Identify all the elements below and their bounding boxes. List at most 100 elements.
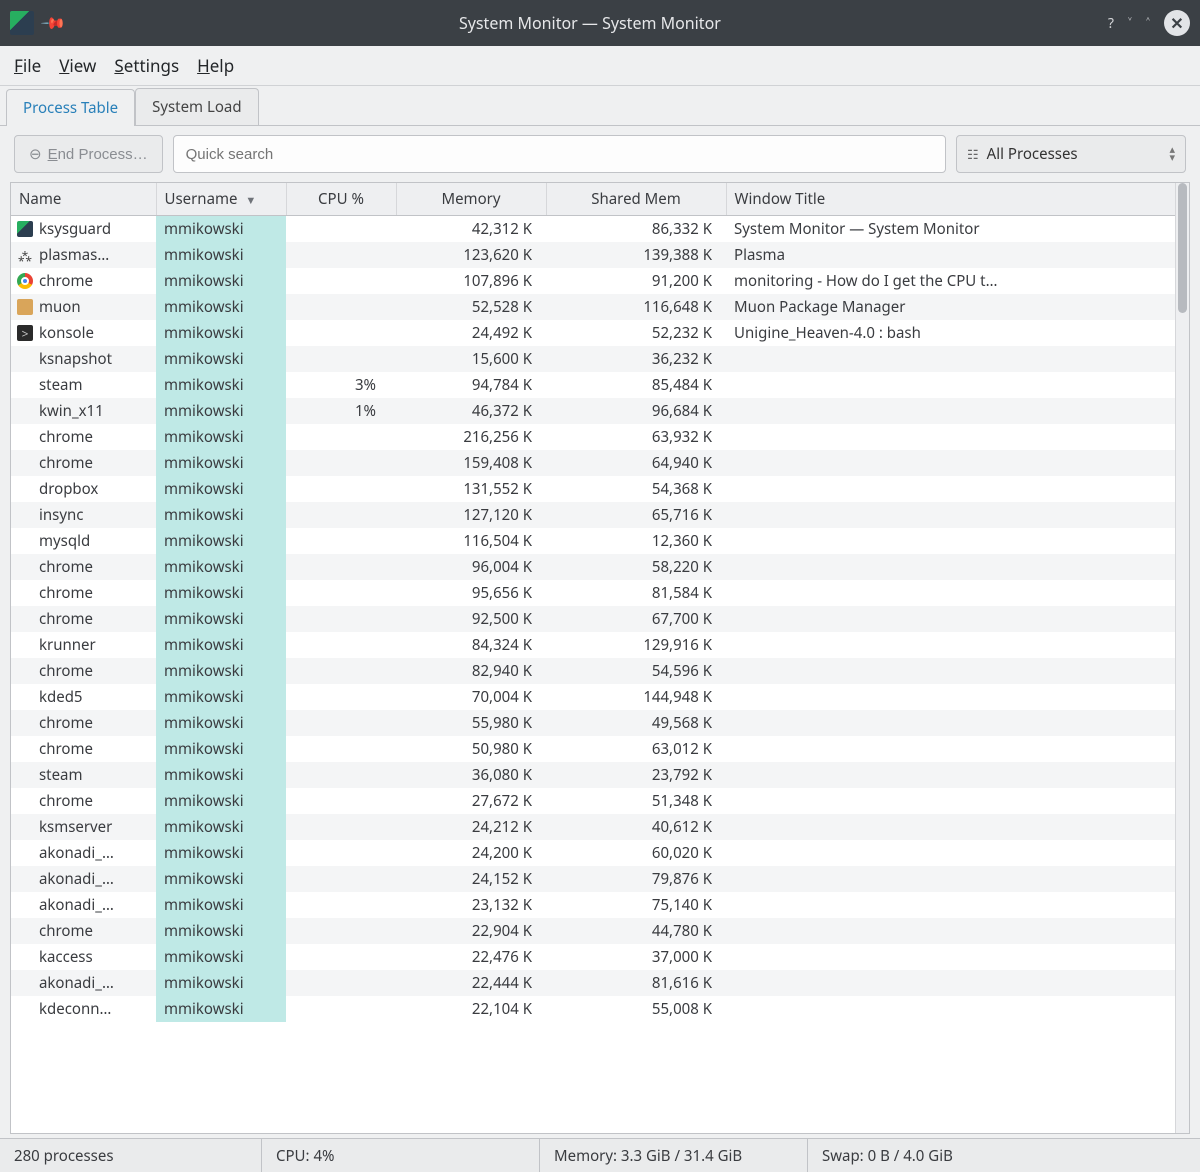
cell-name: chrome: [39, 557, 93, 577]
col-header-wintitle[interactable]: Window Title: [726, 183, 1175, 216]
cell-username: mmikowski: [156, 268, 286, 294]
table-row[interactable]: chromemmikowski159,408 K64,940 K: [11, 450, 1175, 476]
cell-wintitle: Plasma: [726, 242, 1175, 268]
cell-username: mmikowski: [156, 632, 286, 658]
table-row[interactable]: kded5mmikowski70,004 K144,948 K: [11, 684, 1175, 710]
col-header-shared[interactable]: Shared Mem: [546, 183, 726, 216]
cell-username: mmikowski: [156, 684, 286, 710]
scroll-thumb[interactable]: [1178, 183, 1187, 313]
cell-username: mmikowski: [156, 892, 286, 918]
table-row[interactable]: kaccessmmikowski22,476 K37,000 K: [11, 944, 1175, 970]
cell-username: mmikowski: [156, 580, 286, 606]
col-header-memory[interactable]: Memory: [396, 183, 546, 216]
cell-username: mmikowski: [156, 762, 286, 788]
table-row[interactable]: chromemmikowski82,940 K54,596 K: [11, 658, 1175, 684]
table-row[interactable]: insyncmmikowski127,120 K65,716 K: [11, 502, 1175, 528]
cell-memory: 159,408 K: [396, 450, 546, 476]
table-row[interactable]: chromemmikowski92,500 K67,700 K: [11, 606, 1175, 632]
table-row[interactable]: chromemmikowski27,672 K51,348 K: [11, 788, 1175, 814]
help-icon[interactable]: ?: [1108, 14, 1114, 33]
minimize-icon[interactable]: ˅: [1128, 14, 1132, 33]
tab-process-table[interactable]: Process Table: [6, 89, 135, 126]
table-row[interactable]: muonmmikowski52,528 K116,648 KMuon Packa…: [11, 294, 1175, 320]
cell-wintitle: [726, 580, 1175, 606]
cell-name: kaccess: [39, 947, 93, 967]
menu-file[interactable]: File: [14, 54, 41, 77]
cell-memory: 123,620 K: [396, 242, 546, 268]
cell-shared: 129,916 K: [546, 632, 726, 658]
table-row[interactable]: krunnermmikowski84,324 K129,916 K: [11, 632, 1175, 658]
cell-shared: 116,648 K: [546, 294, 726, 320]
cell-memory: 50,980 K: [396, 736, 546, 762]
cell-shared: 81,584 K: [546, 580, 726, 606]
blank-icon: [17, 403, 33, 419]
cell-wintitle: [726, 658, 1175, 684]
cell-name: chrome: [39, 583, 93, 603]
cell-memory: 15,600 K: [396, 346, 546, 372]
table-row[interactable]: kwin_x11mmikowski1%46,372 K96,684 K: [11, 398, 1175, 424]
cell-cpu: [286, 918, 396, 944]
table-row[interactable]: dropboxmmikowski131,552 K54,368 K: [11, 476, 1175, 502]
table-row[interactable]: chromemmikowski95,656 K81,584 K: [11, 580, 1175, 606]
cell-wintitle: [726, 866, 1175, 892]
cell-cpu: [286, 996, 396, 1022]
table-row[interactable]: >konsolemmikowski24,492 K52,232 KUnigine…: [11, 320, 1175, 346]
cell-memory: 22,904 K: [396, 918, 546, 944]
table-row[interactable]: chromemmikowski96,004 K58,220 K: [11, 554, 1175, 580]
col-header-cpu[interactable]: CPU %: [286, 183, 396, 216]
blank-icon: [17, 455, 33, 471]
cell-wintitle: [726, 788, 1175, 814]
filter-dropdown[interactable]: ☷ All Processes ▴▾: [956, 135, 1186, 173]
cell-shared: 49,568 K: [546, 710, 726, 736]
table-row[interactable]: akonadi_…mmikowski24,152 K79,876 K: [11, 866, 1175, 892]
cell-wintitle: System Monitor — System Monitor: [726, 216, 1175, 243]
cell-name: chrome: [39, 427, 93, 447]
cell-shared: 139,388 K: [546, 242, 726, 268]
cell-wintitle: [726, 424, 1175, 450]
cell-name: chrome: [39, 453, 93, 473]
cell-wintitle: [726, 346, 1175, 372]
cell-memory: 82,940 K: [396, 658, 546, 684]
close-icon[interactable]: ✕: [1164, 10, 1190, 36]
cell-cpu: [286, 840, 396, 866]
table-row[interactable]: kdeconn…mmikowski22,104 K55,008 K: [11, 996, 1175, 1022]
cell-shared: 144,948 K: [546, 684, 726, 710]
table-row[interactable]: chromemmikowski55,980 K49,568 K: [11, 710, 1175, 736]
table-row[interactable]: chromemmikowski107,896 K91,200 Kmonitori…: [11, 268, 1175, 294]
plasma-icon: ⁂: [17, 247, 33, 263]
col-header-name[interactable]: Name: [11, 183, 156, 216]
cell-wintitle: [726, 450, 1175, 476]
cell-wintitle: [726, 996, 1175, 1022]
table-row[interactable]: mysqldmmikowski116,504 K12,360 K: [11, 528, 1175, 554]
blank-icon: [17, 949, 33, 965]
vertical-scrollbar[interactable]: [1175, 183, 1189, 1133]
table-row[interactable]: chromemmikowski216,256 K63,932 K: [11, 424, 1175, 450]
maximize-icon[interactable]: ˄: [1146, 14, 1150, 33]
end-process-button[interactable]: ⊖ End Process…: [14, 135, 163, 173]
table-row[interactable]: ⁂plasmas…mmikowski123,620 K139,388 KPlas…: [11, 242, 1175, 268]
cell-shared: 54,596 K: [546, 658, 726, 684]
menu-view[interactable]: View: [59, 54, 96, 77]
table-row[interactable]: steammmikowski36,080 K23,792 K: [11, 762, 1175, 788]
table-row[interactable]: chromemmikowski50,980 K63,012 K: [11, 736, 1175, 762]
table-row[interactable]: ksmservermmikowski24,212 K40,612 K: [11, 814, 1175, 840]
table-row[interactable]: chromemmikowski22,904 K44,780 K: [11, 918, 1175, 944]
search-input[interactable]: [173, 135, 946, 173]
chrome-icon: [17, 273, 33, 289]
menu-help[interactable]: Help: [197, 54, 234, 77]
table-row[interactable]: akonadi_…mmikowski23,132 K75,140 K: [11, 892, 1175, 918]
cell-cpu: [286, 762, 396, 788]
table-row[interactable]: steammmikowski3%94,784 K85,484 K: [11, 372, 1175, 398]
cell-shared: 23,792 K: [546, 762, 726, 788]
table-row[interactable]: ksnapshotmmikowski15,600 K36,232 K: [11, 346, 1175, 372]
table-row[interactable]: akonadi_…mmikowski24,200 K60,020 K: [11, 840, 1175, 866]
menu-settings[interactable]: Settings: [114, 54, 179, 77]
cell-wintitle: [726, 970, 1175, 996]
col-header-username[interactable]: Username ▼: [156, 183, 286, 216]
cell-wintitle: [726, 840, 1175, 866]
table-row[interactable]: akonadi_…mmikowski22,444 K81,616 K: [11, 970, 1175, 996]
table-row[interactable]: ksysguardmmikowski42,312 K86,332 KSystem…: [11, 216, 1175, 243]
tab-system-load[interactable]: System Load: [135, 88, 258, 125]
pin-icon[interactable]: 📌: [39, 8, 69, 38]
tree-icon: ☷: [967, 145, 979, 163]
